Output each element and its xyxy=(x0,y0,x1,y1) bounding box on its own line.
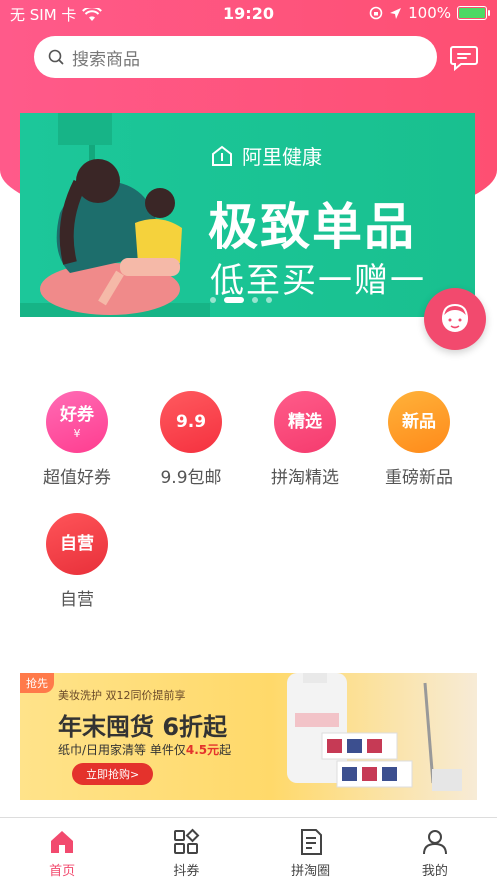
tab-coupons[interactable]: 抖券 xyxy=(124,818,248,883)
category-item[interactable]: 自营 自营 xyxy=(22,513,132,610)
tab-profile-label: 我的 xyxy=(421,864,448,879)
promo-small-text: 美妆洗护 双12同价提前享 xyxy=(58,689,186,702)
carousel-dot[interactable] xyxy=(266,297,272,303)
mother-child-illustration xyxy=(20,113,210,317)
promo-price: 4.5元 xyxy=(185,743,220,757)
search-placeholder: 搜索商品 xyxy=(72,49,140,70)
carousel-dot[interactable] xyxy=(210,297,216,303)
category-icon-text: 自营 xyxy=(60,534,94,554)
carousel-indicator xyxy=(210,297,272,303)
promo-banner-carousel[interactable]: 阿里健康 极致单品 低至买一赠一 xyxy=(20,113,475,317)
promo-desc-suffix: 起 xyxy=(219,743,232,757)
promo-card[interactable]: 抢先 美妆洗护 双12同价提前享 年末囤货 6折起 纸巾/日用家清等 单件仅4.… xyxy=(20,673,477,800)
customer-service-button[interactable] xyxy=(424,288,486,350)
tab-home[interactable]: 首页 xyxy=(0,818,124,883)
category-label: 拼淘精选 xyxy=(271,468,339,488)
tab-circle-label: 拼淘圈 xyxy=(291,864,331,879)
location-icon xyxy=(390,7,402,19)
category-icon-text: 新品 xyxy=(402,412,436,432)
tab-home-label: 首页 xyxy=(49,864,76,879)
store-icon: 自营 xyxy=(46,513,108,575)
promo-badge: 抢先 xyxy=(20,673,54,693)
orientation-lock-icon xyxy=(369,6,383,20)
category-item[interactable]: 新品 重磅新品 xyxy=(364,391,474,488)
search-input[interactable]: 搜索商品 xyxy=(34,36,437,78)
category-item[interactable]: 好券 ¥ 超值好券 xyxy=(22,391,132,488)
banner-brand: 阿里健康 xyxy=(210,141,322,170)
service-avatar-icon xyxy=(442,303,468,332)
banner-headline: 极致单品 xyxy=(208,198,416,256)
user-icon xyxy=(422,830,447,855)
coupon-icon: 好券 ¥ xyxy=(46,391,108,453)
category-label: 重磅新品 xyxy=(385,468,453,488)
new-box-icon: 新品 xyxy=(388,391,450,453)
category-icon-text: 精选 xyxy=(288,412,322,432)
carousel-dot[interactable] xyxy=(224,297,244,303)
tab-circle[interactable]: 拼淘圈 xyxy=(249,818,373,883)
banner-brand-text: 阿里健康 xyxy=(242,145,322,169)
category-item[interactable]: 9.9 9.9包邮 xyxy=(136,391,246,488)
search-icon xyxy=(48,49,64,65)
category-label: 9.9包邮 xyxy=(160,468,222,488)
carousel-dot[interactable] xyxy=(252,297,258,303)
category-item[interactable]: 精选 拼淘精选 xyxy=(250,391,360,488)
category-icon-text: 9.9 xyxy=(175,412,207,432)
promo-title: 年末囤货 6折起 xyxy=(58,713,228,741)
category-icon-text: 好券 xyxy=(60,404,94,425)
alihealth-logo-icon xyxy=(212,145,232,166)
message-icon[interactable] xyxy=(449,43,479,71)
home-icon xyxy=(51,831,74,853)
status-bar: 无 SIM 卡 19:20 100% xyxy=(0,0,497,28)
banner-subline: 低至买一赠一 xyxy=(210,261,426,301)
note-icon xyxy=(300,829,322,855)
shopping-bag-icon: 9.9 xyxy=(160,391,222,453)
trophy-icon: 精选 xyxy=(274,391,336,453)
battery-percent: 100% xyxy=(408,4,451,22)
buy-now-button[interactable]: 立即抢购> xyxy=(72,763,154,785)
grid-icon xyxy=(174,828,200,854)
category-label: 超值好券 xyxy=(43,468,111,488)
promo-desc-prefix: 纸巾/日用家清等 单件仅 xyxy=(58,743,186,757)
products-illustration xyxy=(287,673,462,791)
promo-desc: 纸巾/日用家清等 单件仅4.5元起 xyxy=(58,741,231,758)
tab-coupons-label: 抖券 xyxy=(173,864,200,879)
status-right: 100% xyxy=(369,4,490,22)
bottom-tab-bar: 首页 抖券 拼淘圈 我的 xyxy=(0,817,497,883)
tab-profile[interactable]: 我的 xyxy=(373,818,497,883)
category-label: 自营 xyxy=(60,590,94,610)
battery-icon xyxy=(457,6,490,20)
category-icon-sub: ¥ xyxy=(73,426,81,440)
